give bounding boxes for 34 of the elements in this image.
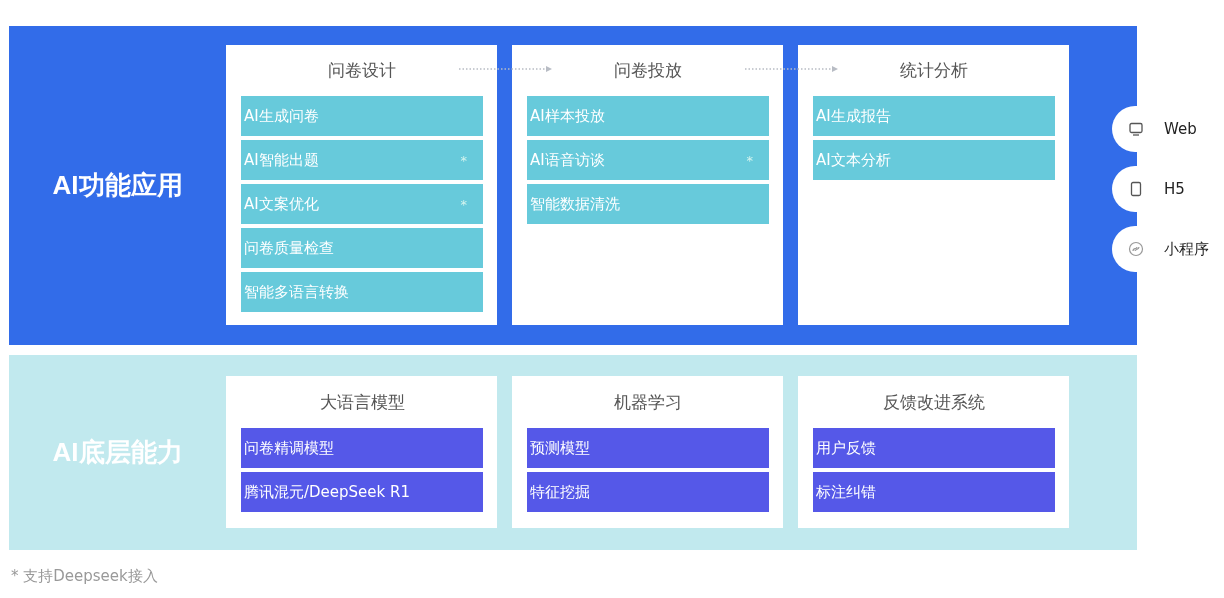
footnote: * 支持Deepseek接入 — [10, 567, 159, 586]
feature-label: 智能多语言转换 — [244, 282, 349, 302]
platform-label: Web — [1164, 120, 1197, 138]
card-title: 反馈改进系统 — [883, 390, 985, 414]
feature-label: 腾讯混元/DeepSeek R1 — [244, 482, 410, 502]
feature-label: 预测模型 — [530, 438, 590, 458]
feature-label: 问卷精调模型 — [244, 438, 334, 458]
card-title: 大语言模型 — [319, 390, 405, 414]
feature-label: AI生成报告 — [816, 106, 891, 126]
feature-label: 用户反馈 — [816, 438, 876, 458]
card-title: 机器学习 — [614, 390, 682, 414]
feature-label: 特征挖掘 — [530, 482, 590, 502]
card-title: 统计分析 — [900, 59, 968, 82]
card-title: 问卷投放 — [614, 59, 682, 82]
feature-label: AI文案优化 — [244, 194, 319, 214]
feature-label: AI语音访谈 — [530, 150, 605, 170]
layer-title: AI底层能力 — [51, 435, 184, 469]
feature-label: AI智能出题 — [244, 150, 319, 170]
asterisk-mark: * — [460, 196, 467, 212]
asterisk-mark: * — [746, 152, 753, 168]
link-circle-icon — [1128, 241, 1144, 257]
monitor-icon — [1128, 121, 1144, 137]
feature-label: 智能数据清洗 — [530, 194, 620, 214]
asterisk-mark: * — [460, 152, 467, 168]
card-title: 问卷设计 — [328, 59, 396, 82]
feature-label: AI文本分析 — [816, 150, 891, 170]
feature-label: 问卷质量检查 — [244, 238, 334, 258]
feature-label: AI样本投放 — [530, 106, 605, 126]
platform-label: H5 — [1164, 180, 1185, 198]
layer-title: AI功能应用 — [51, 168, 184, 202]
platform-label: 小程序 — [1164, 239, 1209, 259]
phone-icon — [1128, 181, 1144, 197]
feature-label: 标注纠错 — [816, 482, 876, 502]
feature-label: AI生成问卷 — [244, 106, 319, 126]
